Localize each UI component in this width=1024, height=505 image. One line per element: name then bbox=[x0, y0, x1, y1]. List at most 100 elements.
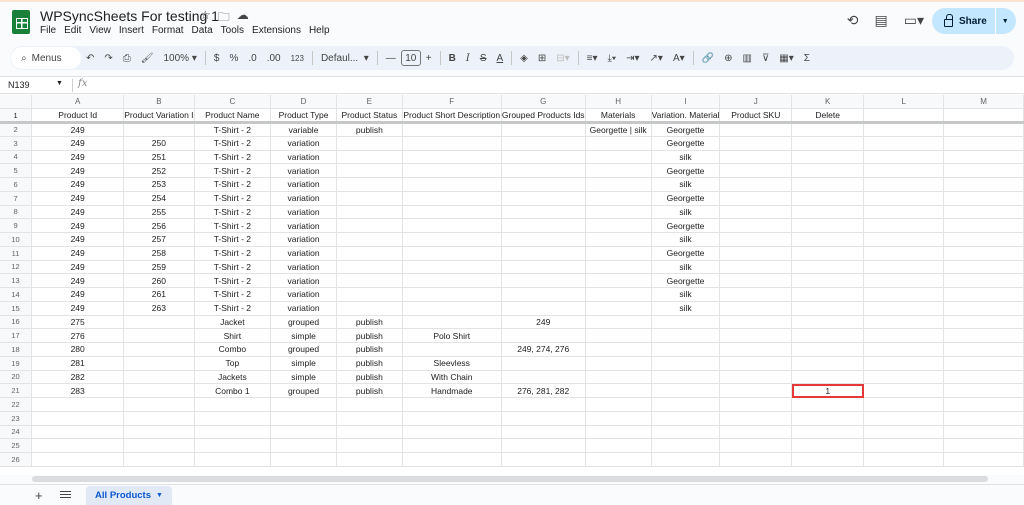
undo-icon[interactable]: ↶ bbox=[81, 47, 99, 69]
cell[interactable] bbox=[791, 260, 865, 275]
cell[interactable]: silk bbox=[651, 287, 721, 302]
cell[interactable] bbox=[270, 438, 337, 453]
cell[interactable] bbox=[791, 246, 865, 261]
cell[interactable]: 257 bbox=[123, 232, 195, 247]
cell[interactable]: 249 bbox=[31, 246, 125, 261]
cell[interactable] bbox=[651, 411, 721, 426]
cell[interactable]: 251 bbox=[123, 150, 195, 165]
cell[interactable] bbox=[585, 342, 652, 357]
cell[interactable] bbox=[501, 411, 586, 426]
cell[interactable] bbox=[943, 328, 1024, 343]
cell[interactable]: Georgette bbox=[651, 246, 721, 261]
cell[interactable] bbox=[336, 218, 403, 233]
cell[interactable] bbox=[123, 315, 195, 330]
fill-color-icon[interactable]: ◈ bbox=[515, 47, 533, 69]
cell[interactable] bbox=[501, 246, 586, 261]
cell[interactable] bbox=[123, 328, 195, 343]
cell[interactable] bbox=[31, 411, 125, 426]
cell[interactable] bbox=[585, 273, 652, 288]
cell[interactable] bbox=[791, 287, 865, 302]
cell[interactable] bbox=[402, 191, 502, 206]
cell[interactable] bbox=[194, 411, 272, 426]
text-wrap-icon[interactable]: ⇥▾ bbox=[621, 47, 644, 69]
cell[interactable] bbox=[863, 136, 945, 151]
cell[interactable] bbox=[336, 273, 403, 288]
column-header-e[interactable]: E bbox=[336, 95, 403, 110]
cell[interactable] bbox=[402, 136, 502, 151]
cell[interactable] bbox=[943, 273, 1024, 288]
cell[interactable] bbox=[31, 397, 125, 412]
cell[interactable] bbox=[943, 246, 1024, 261]
name-box[interactable]: N139 ▼ bbox=[8, 80, 68, 90]
cell[interactable] bbox=[585, 287, 652, 302]
cell[interactable] bbox=[336, 425, 403, 440]
cell[interactable] bbox=[336, 411, 403, 426]
cell[interactable] bbox=[585, 452, 652, 467]
cell[interactable] bbox=[943, 452, 1024, 467]
cell[interactable]: T-Shirt - 2 bbox=[194, 260, 272, 275]
cell[interactable] bbox=[719, 287, 793, 302]
select-all-corner[interactable] bbox=[0, 95, 33, 110]
cell[interactable] bbox=[719, 397, 793, 412]
cell[interactable] bbox=[651, 438, 721, 453]
cell[interactable] bbox=[863, 163, 945, 178]
cell[interactable]: Georgette bbox=[651, 122, 721, 137]
cell[interactable]: variation bbox=[270, 191, 337, 206]
cell[interactable]: publish bbox=[336, 315, 403, 330]
cell[interactable] bbox=[651, 383, 721, 398]
cell[interactable]: 275 bbox=[31, 315, 125, 330]
share-button[interactable]: Share ▼ bbox=[932, 8, 1016, 34]
cell[interactable]: variation bbox=[270, 205, 337, 220]
cell[interactable]: 249 bbox=[31, 205, 125, 220]
row-header[interactable]: 15 bbox=[0, 301, 33, 316]
cell[interactable] bbox=[791, 397, 865, 412]
cell[interactable] bbox=[719, 205, 793, 220]
cell[interactable] bbox=[719, 191, 793, 206]
cell[interactable] bbox=[943, 411, 1024, 426]
cell[interactable] bbox=[863, 315, 945, 330]
cell[interactable] bbox=[943, 438, 1024, 453]
insert-chart-icon[interactable]: ▥ bbox=[738, 47, 757, 69]
cell[interactable] bbox=[719, 315, 793, 330]
cell[interactable]: 258 bbox=[123, 246, 195, 261]
cell[interactable] bbox=[791, 315, 865, 330]
cell[interactable] bbox=[123, 438, 195, 453]
cell[interactable]: T-Shirt - 2 bbox=[194, 205, 272, 220]
cell[interactable] bbox=[194, 425, 272, 440]
cell[interactable]: 249 bbox=[31, 177, 125, 192]
cell[interactable] bbox=[501, 397, 586, 412]
cell[interactable] bbox=[719, 218, 793, 233]
cell[interactable]: 249 bbox=[31, 191, 125, 206]
column-header-i[interactable]: I bbox=[651, 95, 721, 110]
cell[interactable] bbox=[719, 383, 793, 398]
cell[interactable] bbox=[863, 150, 945, 165]
cell[interactable] bbox=[863, 356, 945, 371]
cell[interactable]: publish bbox=[336, 342, 403, 357]
print-icon[interactable]: ⎙ bbox=[118, 47, 136, 69]
row-header[interactable]: 3 bbox=[0, 136, 33, 151]
comments-icon[interactable]: ▤ bbox=[875, 12, 888, 29]
cell[interactable] bbox=[791, 163, 865, 178]
cell[interactable] bbox=[791, 328, 865, 343]
menu-help[interactable]: Help bbox=[309, 25, 330, 36]
row-header[interactable]: 9 bbox=[0, 218, 33, 233]
cell[interactable] bbox=[336, 397, 403, 412]
text-rotation-icon[interactable]: ↗▾ bbox=[645, 47, 668, 69]
cell[interactable] bbox=[791, 342, 865, 357]
row-header[interactable]: 8 bbox=[0, 205, 33, 220]
cell[interactable]: Georgette bbox=[651, 136, 721, 151]
cell[interactable]: silk bbox=[651, 150, 721, 165]
cell[interactable] bbox=[585, 205, 652, 220]
cell[interactable] bbox=[31, 452, 125, 467]
cell[interactable] bbox=[651, 342, 721, 357]
cell[interactable] bbox=[791, 425, 865, 440]
name-box-dropdown-icon[interactable]: ▼ bbox=[56, 80, 63, 87]
row-header[interactable]: 16 bbox=[0, 315, 33, 330]
cell[interactable] bbox=[791, 411, 865, 426]
cell[interactable] bbox=[402, 287, 502, 302]
cell[interactable]: Product Type bbox=[270, 108, 337, 124]
row-header[interactable]: 11 bbox=[0, 246, 33, 261]
cell[interactable] bbox=[336, 136, 403, 151]
cell[interactable] bbox=[943, 163, 1024, 178]
cell[interactable] bbox=[943, 342, 1024, 357]
